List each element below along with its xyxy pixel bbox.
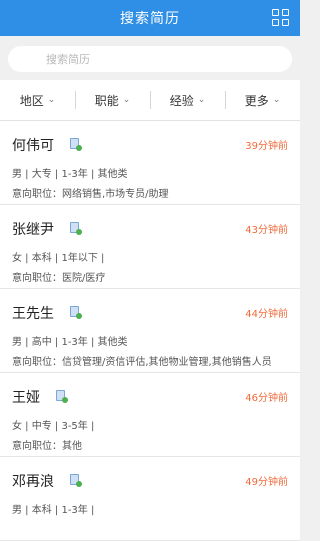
resume-list: 何伟可 39分钟前 男 | 大专 | 1-3年 | 其他类 意向职位：网络销售,… xyxy=(0,121,300,541)
candidate-summary: 男 | 大专 | 1-3年 | 其他类 xyxy=(12,169,128,180)
resume-item[interactable]: 王先生 44分钟前 男 | 高中 | 1-3年 | 其他类 意向职位：信贷管理/… xyxy=(0,289,300,373)
filter-label: 经验 xyxy=(169,93,194,108)
filter-label: 职能 xyxy=(94,93,119,108)
chevron-down-icon: ⌄ xyxy=(122,95,131,105)
resume-verified-icon xyxy=(70,306,82,319)
grid-icon[interactable] xyxy=(272,9,290,27)
search-input[interactable] xyxy=(44,51,292,67)
chevron-down-icon: ⌄ xyxy=(272,95,281,105)
filter-more[interactable]: 更多 ⌄ xyxy=(225,80,300,120)
filter-bar: 地区 ⌄ 职能 ⌄ 经验 ⌄ 更多 ⌄ xyxy=(0,80,300,121)
desired-position: 意向职位：网络销售,市场专员/助理 xyxy=(12,189,169,200)
resume-verified-icon xyxy=(70,138,82,151)
candidate-name: 邓再浪 xyxy=(12,474,54,490)
chevron-down-icon: ⌄ xyxy=(197,95,206,105)
filter-label: 更多 xyxy=(244,93,269,108)
filter-experience[interactable]: 经验 ⌄ xyxy=(150,80,225,120)
resume-item[interactable]: 邓再浪 49分钟前 男 | 本科 | 1-3年 | xyxy=(0,457,300,541)
resume-item[interactable]: 王娅 46分钟前 女 | 中专 | 3-5年 | 意向职位：其他 xyxy=(0,373,300,457)
search-area xyxy=(0,36,300,80)
update-time: 39分钟前 xyxy=(245,141,288,152)
search-box[interactable] xyxy=(8,46,292,72)
update-time: 44分钟前 xyxy=(245,309,288,320)
update-time: 46分钟前 xyxy=(245,393,288,404)
candidate-summary: 男 | 本科 | 1-3年 | xyxy=(12,505,95,516)
candidate-summary: 男 | 高中 | 1-3年 | 其他类 xyxy=(12,337,128,348)
resume-item[interactable]: 何伟可 39分钟前 男 | 大专 | 1-3年 | 其他类 意向职位：网络销售,… xyxy=(0,121,300,205)
desired-position: 意向职位：医院/医疗 xyxy=(12,273,106,284)
resume-verified-icon xyxy=(70,222,82,235)
filter-region[interactable]: 地区 ⌄ xyxy=(0,80,75,120)
page-title: 搜索简历 xyxy=(120,11,180,27)
app-header: 搜索简历 xyxy=(0,0,300,36)
resume-verified-icon xyxy=(70,474,82,487)
update-time: 43分钟前 xyxy=(245,225,288,236)
filter-function[interactable]: 职能 ⌄ xyxy=(75,80,150,120)
update-time: 49分钟前 xyxy=(245,477,288,488)
desired-position: 意向职位：信贷管理/资信评估,其他物业管理,其他销售人员 xyxy=(12,357,272,368)
candidate-name: 张继尹 xyxy=(12,222,54,238)
candidate-name: 何伟可 xyxy=(12,138,54,154)
desired-position: 意向职位：其他 xyxy=(12,441,82,452)
chevron-down-icon: ⌄ xyxy=(47,95,56,105)
filter-label: 地区 xyxy=(19,93,44,108)
candidate-summary: 女 | 本科 | 1年以下 | xyxy=(12,253,105,264)
candidate-name: 王先生 xyxy=(12,306,54,322)
resume-verified-icon xyxy=(56,390,68,403)
candidate-summary: 女 | 中专 | 3-5年 | xyxy=(12,421,95,432)
candidate-name: 王娅 xyxy=(12,390,40,406)
resume-item[interactable]: 张继尹 43分钟前 女 | 本科 | 1年以下 | 意向职位：医院/医疗 xyxy=(0,205,300,289)
